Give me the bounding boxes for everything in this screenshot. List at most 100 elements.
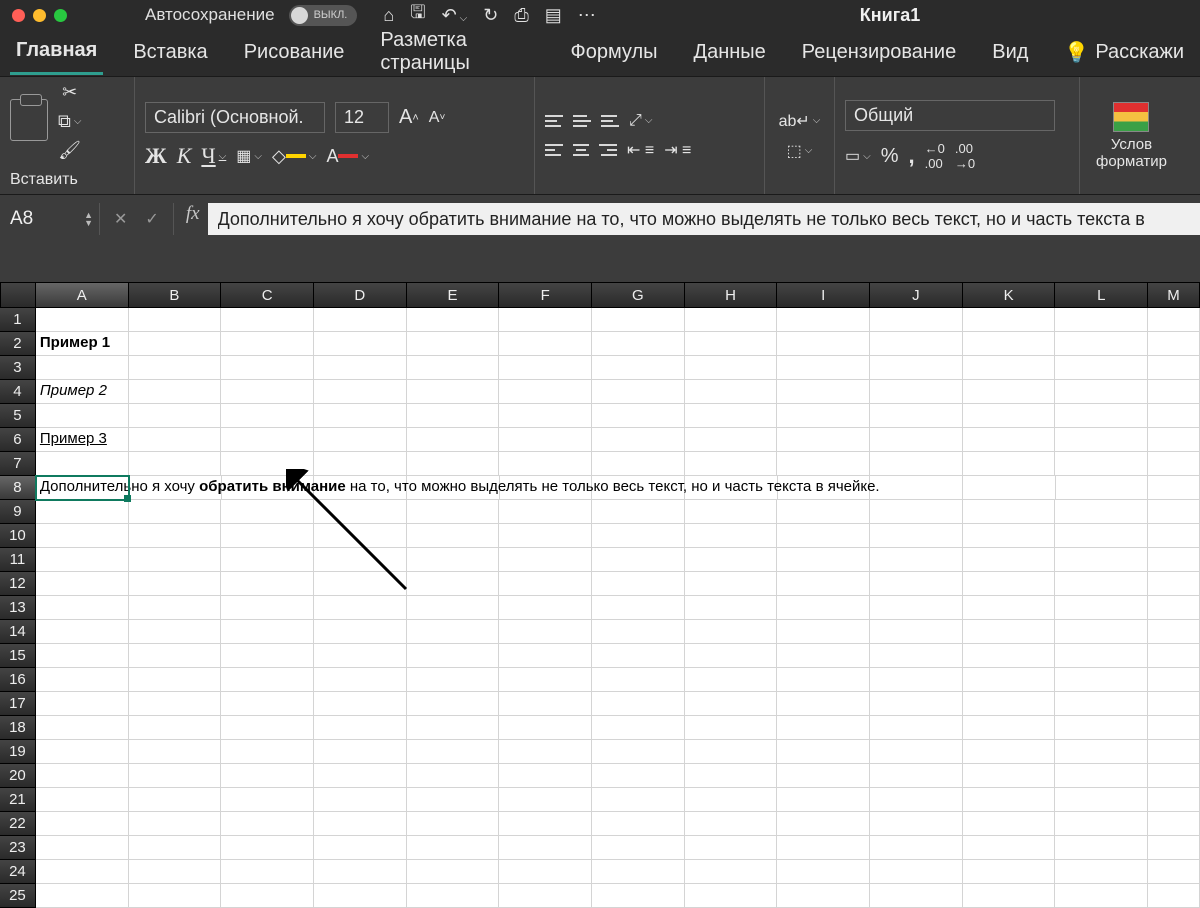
cell-A25[interactable] xyxy=(36,884,129,908)
cell-M24[interactable] xyxy=(1148,860,1200,884)
more-icon[interactable]: ⋯ xyxy=(578,5,596,26)
cell-D6[interactable] xyxy=(314,428,407,452)
cell-G23[interactable] xyxy=(592,836,685,860)
cell-H1[interactable] xyxy=(685,308,778,332)
cell-L7[interactable] xyxy=(1055,452,1148,476)
cell-D17[interactable] xyxy=(314,692,407,716)
copy-icon[interactable]: ⧉ xyxy=(58,111,81,132)
column-header-K[interactable]: K xyxy=(963,282,1056,308)
cell-L9[interactable] xyxy=(1055,500,1148,524)
cell-K9[interactable] xyxy=(963,500,1056,524)
cell-H3[interactable] xyxy=(685,356,778,380)
cell-D2[interactable] xyxy=(314,332,407,356)
cell-B22[interactable] xyxy=(129,812,222,836)
cell-K12[interactable] xyxy=(963,572,1056,596)
row-header-7[interactable]: 7 xyxy=(0,452,36,476)
cell-D15[interactable] xyxy=(314,644,407,668)
cell-H19[interactable] xyxy=(685,740,778,764)
decrease-decimal-icon[interactable]: .00→0 xyxy=(955,141,975,171)
cell-C15[interactable] xyxy=(221,644,314,668)
tab-data[interactable]: Данные xyxy=(688,33,772,74)
comma-icon[interactable]: , xyxy=(909,143,915,169)
underline-button[interactable]: Ч xyxy=(201,143,226,169)
cell-K19[interactable] xyxy=(963,740,1056,764)
cell-A13[interactable] xyxy=(36,596,129,620)
cell-E1[interactable] xyxy=(407,308,500,332)
cell-J1[interactable] xyxy=(870,308,963,332)
cell-D24[interactable] xyxy=(314,860,407,884)
cell-A23[interactable] xyxy=(36,836,129,860)
cell-B17[interactable] xyxy=(129,692,222,716)
preview-icon[interactable]: ▤ xyxy=(545,5,562,26)
cell-K10[interactable] xyxy=(963,524,1056,548)
cell-E18[interactable] xyxy=(407,716,500,740)
cell-J23[interactable] xyxy=(870,836,963,860)
cell-J11[interactable] xyxy=(870,548,963,572)
cell-D20[interactable] xyxy=(314,764,407,788)
cell-J13[interactable] xyxy=(870,596,963,620)
cell-A4[interactable]: Пример 2 xyxy=(36,380,129,404)
cell-J2[interactable] xyxy=(870,332,963,356)
cell-I4[interactable] xyxy=(777,380,870,404)
cell-J15[interactable] xyxy=(870,644,963,668)
cell-C16[interactable] xyxy=(221,668,314,692)
cell-I16[interactable] xyxy=(777,668,870,692)
cell-A22[interactable] xyxy=(36,812,129,836)
cell-L16[interactable] xyxy=(1055,668,1148,692)
cell-J9[interactable] xyxy=(870,500,963,524)
cell-J7[interactable] xyxy=(870,452,963,476)
cell-G3[interactable] xyxy=(592,356,685,380)
cell-F20[interactable] xyxy=(499,764,592,788)
cell-M2[interactable] xyxy=(1148,332,1200,356)
cell-M23[interactable] xyxy=(1148,836,1200,860)
font-size-input[interactable] xyxy=(335,102,389,133)
cell-M1[interactable] xyxy=(1148,308,1200,332)
cell-K1[interactable] xyxy=(963,308,1056,332)
cell-B1[interactable] xyxy=(129,308,222,332)
cell-A5[interactable] xyxy=(36,404,129,428)
cell-E6[interactable] xyxy=(407,428,500,452)
cell-D25[interactable] xyxy=(314,884,407,908)
cell-A6[interactable]: Пример 3 xyxy=(36,428,129,452)
cell-C3[interactable] xyxy=(221,356,314,380)
cell-K8[interactable] xyxy=(963,476,1056,500)
cell-A3[interactable] xyxy=(36,356,129,380)
cell-J21[interactable] xyxy=(870,788,963,812)
cell-F19[interactable] xyxy=(499,740,592,764)
row-header-9[interactable]: 9 xyxy=(0,500,36,524)
close-window-icon[interactable] xyxy=(12,9,25,22)
cell-J25[interactable] xyxy=(870,884,963,908)
column-header-E[interactable]: E xyxy=(407,282,500,308)
cell-M16[interactable] xyxy=(1148,668,1200,692)
cell-F13[interactable] xyxy=(499,596,592,620)
cell-E22[interactable] xyxy=(407,812,500,836)
cell-C11[interactable] xyxy=(221,548,314,572)
row-header-23[interactable]: 23 xyxy=(0,836,36,860)
cell-G7[interactable] xyxy=(592,452,685,476)
cell-D12[interactable] xyxy=(314,572,407,596)
cell-I15[interactable] xyxy=(777,644,870,668)
cell-L2[interactable] xyxy=(1055,332,1148,356)
row-header-1[interactable]: 1 xyxy=(0,308,36,332)
cell-H22[interactable] xyxy=(685,812,778,836)
cell-D3[interactable] xyxy=(314,356,407,380)
cell-E24[interactable] xyxy=(407,860,500,884)
cell-E5[interactable] xyxy=(407,404,500,428)
cell-J4[interactable] xyxy=(870,380,963,404)
cell-H10[interactable] xyxy=(685,524,778,548)
cell-M21[interactable] xyxy=(1148,788,1200,812)
cell-B6[interactable] xyxy=(129,428,222,452)
row-header-5[interactable]: 5 xyxy=(0,404,36,428)
cell-M25[interactable] xyxy=(1148,884,1200,908)
cell-M11[interactable] xyxy=(1148,548,1200,572)
cell-M4[interactable] xyxy=(1148,380,1200,404)
cell-M8[interactable] xyxy=(1148,476,1200,500)
cell-D23[interactable] xyxy=(314,836,407,860)
cell-H16[interactable] xyxy=(685,668,778,692)
column-header-B[interactable]: B xyxy=(129,282,222,308)
cell-J10[interactable] xyxy=(870,524,963,548)
decrease-font-icon[interactable]: A˅ xyxy=(429,109,446,127)
cell-D7[interactable] xyxy=(314,452,407,476)
cell-M20[interactable] xyxy=(1148,764,1200,788)
cell-B10[interactable] xyxy=(129,524,222,548)
